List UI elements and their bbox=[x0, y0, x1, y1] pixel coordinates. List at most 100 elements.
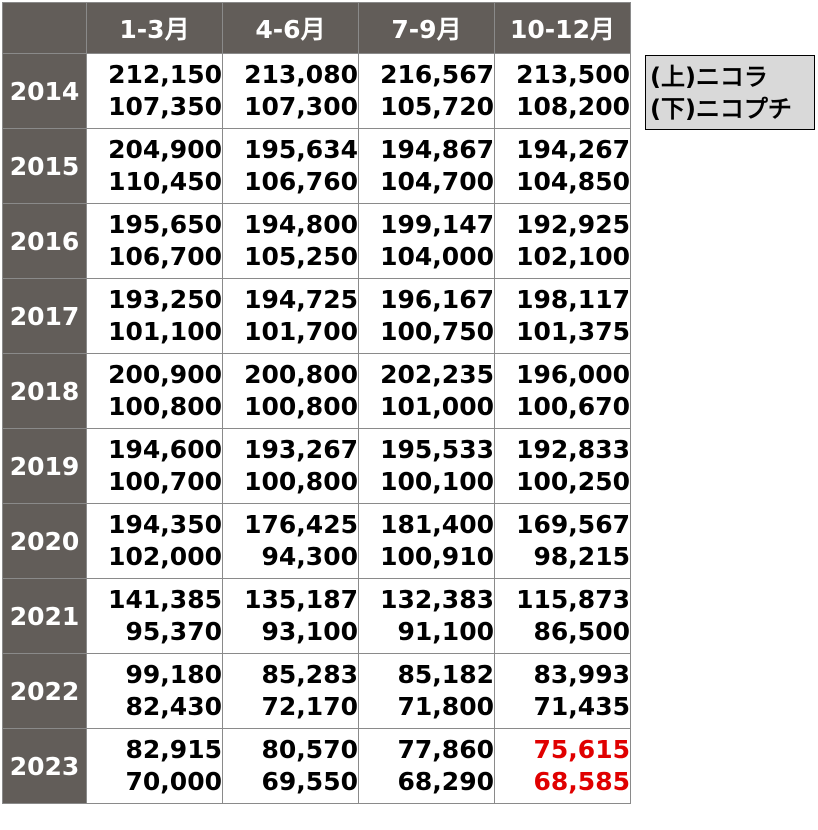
value-cell: 216,567 105,720 bbox=[358, 53, 495, 129]
table-row: 2017 193,250 101,100 194,725 101,700 196,167 1… bbox=[2, 278, 631, 354]
nicopuchi-value: 101,000 bbox=[380, 392, 494, 421]
nicopuchi-value: 68,290 bbox=[397, 767, 494, 796]
table-row: 2016 195,650 106,700 194,800 105,250 199,147 1… bbox=[2, 203, 631, 279]
value-cell: 194,600 100,700 bbox=[86, 428, 223, 504]
value-cell: 198,117 101,375 bbox=[494, 278, 631, 354]
year-label: 2015 bbox=[2, 128, 87, 204]
value-cell: 181,400 100,910 bbox=[358, 503, 495, 579]
nicola-value: 169,567 bbox=[516, 510, 630, 539]
nicola-value: 80,570 bbox=[261, 735, 358, 764]
value-cell: 192,925 102,100 bbox=[494, 203, 631, 279]
nicopuchi-value: 100,700 bbox=[108, 467, 222, 496]
value-cell: 196,167 100,750 bbox=[358, 278, 495, 354]
value-cell: 200,800 100,800 bbox=[222, 353, 359, 429]
nicola-value: 200,800 bbox=[244, 360, 358, 389]
value-cell: 193,250 101,100 bbox=[86, 278, 223, 354]
value-cell: 194,267 104,850 bbox=[494, 128, 631, 204]
corner-cell bbox=[2, 2, 87, 54]
value-cell: 141,385 95,370 bbox=[86, 578, 223, 654]
value-cell: 204,900 110,450 bbox=[86, 128, 223, 204]
year-label: 2020 bbox=[2, 503, 87, 579]
value-cell: 176,425 94,300 bbox=[222, 503, 359, 579]
nicola-value: 194,267 bbox=[516, 135, 630, 164]
nicopuchi-value: 110,450 bbox=[108, 167, 222, 196]
nicola-value: 194,350 bbox=[108, 510, 222, 539]
nicola-value: 194,867 bbox=[380, 135, 494, 164]
sales-table: 1-3月 4-6月 7-9月 10-12月 2014 212,150 107,350… bbox=[2, 2, 631, 804]
nicola-value: 77,860 bbox=[397, 735, 494, 764]
column-header: 7-9月 bbox=[358, 2, 495, 54]
column-header: 4-6月 bbox=[222, 2, 359, 54]
table-row: 2014 212,150 107,350 213,080 107,300 216,567 1… bbox=[2, 53, 631, 129]
nicopuchi-value: 100,800 bbox=[244, 392, 358, 421]
nicola-value: 195,650 bbox=[108, 210, 222, 239]
value-cell: 169,567 98,215 bbox=[494, 503, 631, 579]
nicopuchi-value: 100,100 bbox=[380, 467, 494, 496]
nicola-value: 199,147 bbox=[380, 210, 494, 239]
nicopuchi-value: 82,430 bbox=[125, 692, 222, 721]
legend-bottom-label: (下)ニコプチ bbox=[650, 95, 792, 123]
value-cell: 77,860 68,290 bbox=[358, 728, 495, 804]
value-cell: 83,993 71,435 bbox=[494, 653, 631, 729]
table-row: 2020 194,350 102,000 176,425 94,300 181,400 10… bbox=[2, 503, 631, 579]
nicopuchi-value: 104,850 bbox=[516, 167, 630, 196]
nicopuchi-value: 100,800 bbox=[244, 467, 358, 496]
table-row: 2022 99,180 82,430 85,283 72,170 85,182 71,800… bbox=[2, 653, 631, 729]
value-cell: 82,915 70,000 bbox=[86, 728, 223, 804]
nicola-value: 213,500 bbox=[516, 60, 630, 89]
nicola-value: 195,634 bbox=[244, 135, 358, 164]
value-cell: 193,267 100,800 bbox=[222, 428, 359, 504]
table-row: 2018 200,900 100,800 200,800 100,800 202,235 1… bbox=[2, 353, 631, 429]
nicopuchi-value: 72,170 bbox=[261, 692, 358, 721]
value-cell: 115,873 86,500 bbox=[494, 578, 631, 654]
nicopuchi-value: 94,300 bbox=[261, 542, 358, 571]
nicola-value: 176,425 bbox=[244, 510, 358, 539]
value-cell: 85,182 71,800 bbox=[358, 653, 495, 729]
value-cell: 195,634 106,760 bbox=[222, 128, 359, 204]
nicopuchi-value: 102,100 bbox=[516, 242, 630, 271]
nicopuchi-value: 101,375 bbox=[516, 317, 630, 346]
table-row: 2021 141,385 95,370 135,187 93,100 132,383 91,… bbox=[2, 578, 631, 654]
nicola-value: 85,182 bbox=[397, 660, 494, 689]
value-cell: 213,500 108,200 bbox=[494, 53, 631, 129]
nicopuchi-value: 100,250 bbox=[516, 467, 630, 496]
nicopuchi-value: 86,500 bbox=[533, 617, 630, 646]
year-label: 2022 bbox=[2, 653, 87, 729]
nicopuchi-value: 68,585 bbox=[533, 767, 630, 796]
nicopuchi-value: 98,215 bbox=[533, 542, 630, 571]
year-label: 2023 bbox=[2, 728, 87, 804]
nicopuchi-value: 101,100 bbox=[108, 317, 222, 346]
nicola-value: 202,235 bbox=[380, 360, 494, 389]
nicola-value: 198,117 bbox=[516, 285, 630, 314]
nicopuchi-value: 93,100 bbox=[261, 617, 358, 646]
nicopuchi-value: 95,370 bbox=[125, 617, 222, 646]
nicola-value: 82,915 bbox=[125, 735, 222, 764]
nicopuchi-value: 69,550 bbox=[261, 767, 358, 796]
nicopuchi-value: 107,300 bbox=[244, 92, 358, 121]
value-cell: 194,800 105,250 bbox=[222, 203, 359, 279]
nicola-value: 132,383 bbox=[380, 585, 494, 614]
year-label: 2014 bbox=[2, 53, 87, 129]
value-cell: 135,187 93,100 bbox=[222, 578, 359, 654]
nicopuchi-value: 100,670 bbox=[516, 392, 630, 421]
year-label: 2021 bbox=[2, 578, 87, 654]
value-cell: 200,900 100,800 bbox=[86, 353, 223, 429]
year-label: 2017 bbox=[2, 278, 87, 354]
nicola-value: 193,267 bbox=[244, 435, 358, 464]
nicopuchi-value: 100,750 bbox=[380, 317, 494, 346]
value-cell: 85,283 72,170 bbox=[222, 653, 359, 729]
nicopuchi-value: 100,910 bbox=[380, 542, 494, 571]
nicopuchi-value: 102,000 bbox=[108, 542, 222, 571]
nicola-value: 193,250 bbox=[108, 285, 222, 314]
legend-box: (上)ニコラ (下)ニコプチ bbox=[645, 55, 815, 130]
nicopuchi-value: 100,800 bbox=[108, 392, 222, 421]
year-label: 2016 bbox=[2, 203, 87, 279]
value-cell: 192,833 100,250 bbox=[494, 428, 631, 504]
nicopuchi-value: 106,700 bbox=[108, 242, 222, 271]
column-header: 10-12月 bbox=[494, 2, 631, 54]
nicopuchi-value: 71,435 bbox=[533, 692, 630, 721]
table-row: 2015 204,900 110,450 195,634 106,760 194,867 1… bbox=[2, 128, 631, 204]
nicopuchi-value: 106,760 bbox=[244, 167, 358, 196]
value-cell: 195,650 106,700 bbox=[86, 203, 223, 279]
nicola-value: 194,800 bbox=[244, 210, 358, 239]
